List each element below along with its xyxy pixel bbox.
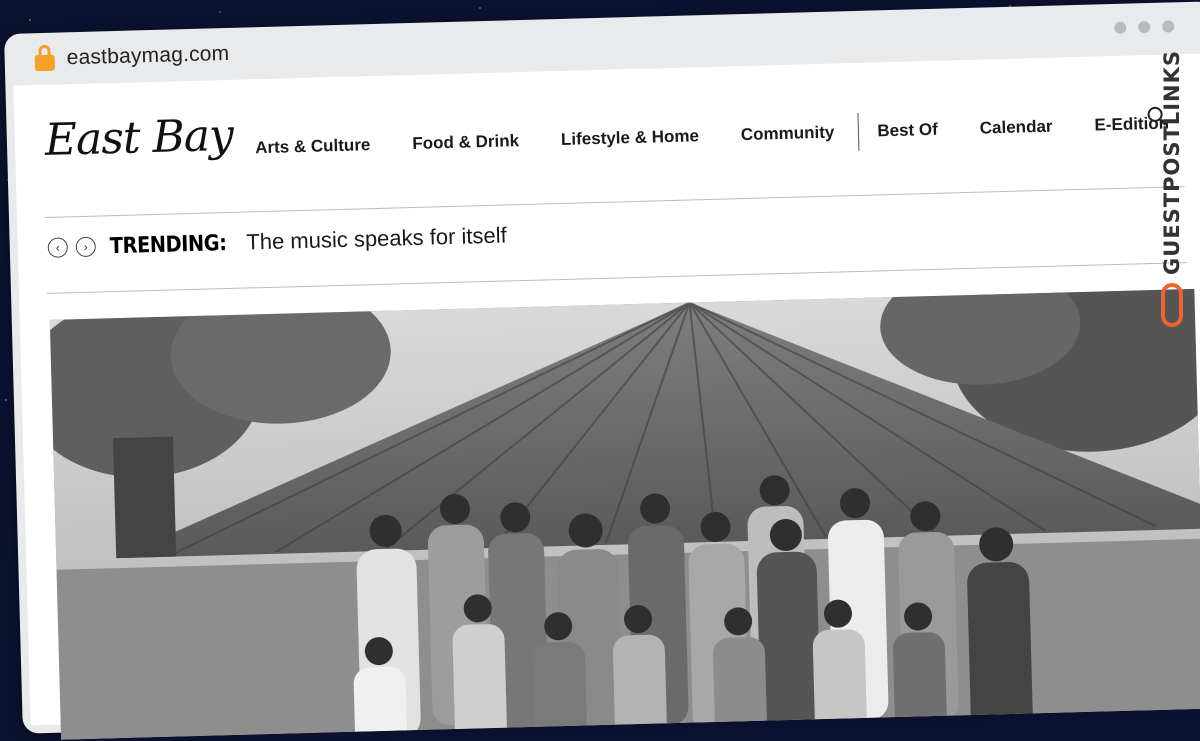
web-page: East Bay Arts & Culture Food & Drink Lif… [13,53,1200,740]
nav-item-arts-culture[interactable]: Arts & Culture [255,135,371,158]
guestpostlinks-watermark: GUESTPOSTLINKS [1150,50,1194,370]
watermark-text: GUESTPOSTLINKS [1160,50,1184,275]
link-chain-icon [1161,282,1183,327]
trending-bar: ‹ › TRENDING: The music speaks for itsel… [47,222,507,260]
window-dot-icon[interactable] [1138,20,1151,34]
trending-headline[interactable]: The music speaks for itself [246,222,507,255]
nav-item-lifestyle-home[interactable]: Lifestyle & Home [561,126,699,150]
window-dot-icon[interactable] [1162,20,1175,33]
lock-icon [34,54,56,72]
address-bar[interactable]: eastbaymag.com [34,38,230,75]
nav-item-best-of[interactable]: Best Of [877,120,938,142]
chevron-left-icon[interactable]: ‹ [47,237,69,258]
window-controls [1114,20,1175,34]
trending-divider [47,262,1187,294]
trending-label: TRENDING: [109,230,227,259]
nav-item-community[interactable]: Community [741,123,835,146]
window-dot-icon[interactable] [1114,21,1127,34]
nav-item-calendar[interactable]: Calendar [980,117,1053,139]
url-text[interactable]: eastbaymag.com [66,42,229,70]
chevron-right-icon[interactable]: › [75,236,97,258]
browser-window: eastbaymag.com East Bay Arts & Culture F… [4,1,1200,740]
nav-item-food-drink[interactable]: Food & Drink [412,131,519,154]
browser-chrome: eastbaymag.com East Bay Arts & Culture F… [4,1,1200,740]
nav-divider [857,112,860,151]
site-logo[interactable]: East Bay [44,110,233,166]
header-divider [44,186,1185,218]
hero-photo[interactable] [49,288,1200,740]
main-nav: Arts & Culture Food & Drink Lifestyle & … [255,103,1200,167]
